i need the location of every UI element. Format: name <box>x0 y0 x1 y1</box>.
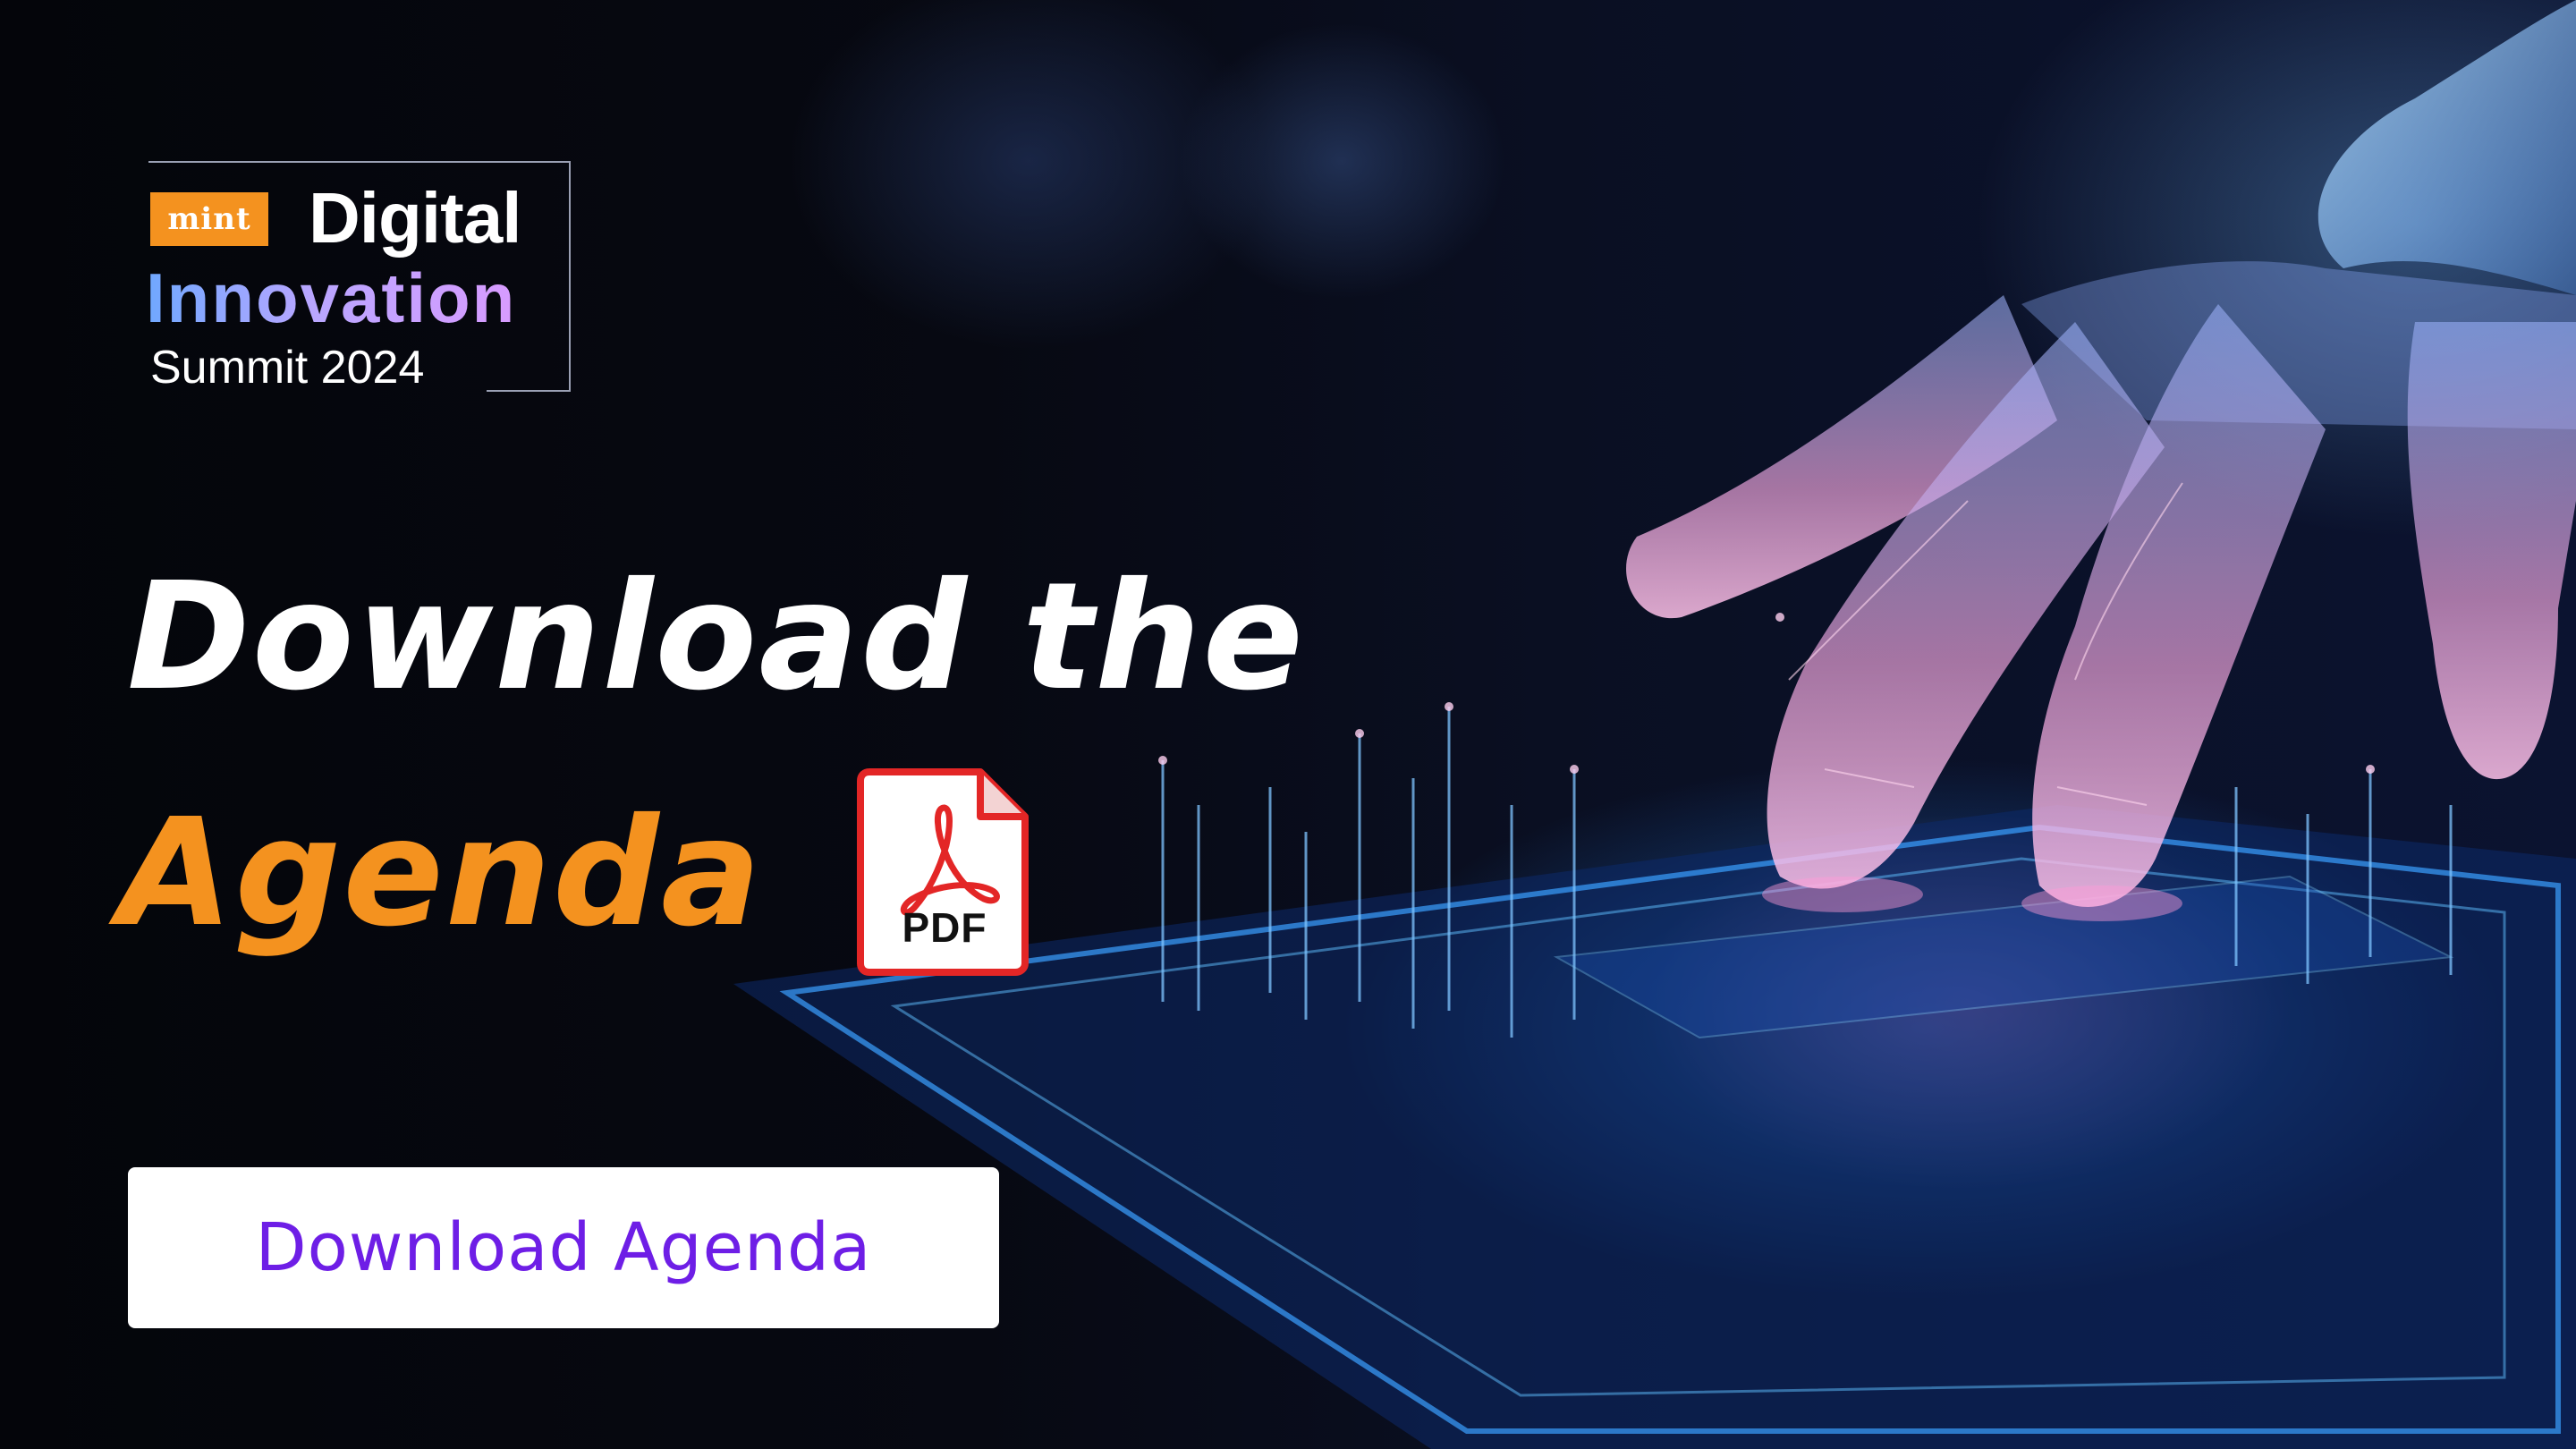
mint-logo: mint <box>150 192 268 246</box>
logo-digital-text: Digital <box>309 178 521 258</box>
logo-summit-text: Summit 2024 <box>150 342 425 394</box>
headline-line-1: Download the <box>127 551 1306 724</box>
logo-innovation-text: Innovation <box>146 258 517 337</box>
headline-line-2: Agenda <box>118 787 763 960</box>
download-agenda-button[interactable]: Download Agenda <box>128 1167 999 1328</box>
agenda-banner: mint Digital Innovation Summit 2024 Down… <box>0 0 2576 1449</box>
pdf-label: PDF <box>902 904 987 951</box>
